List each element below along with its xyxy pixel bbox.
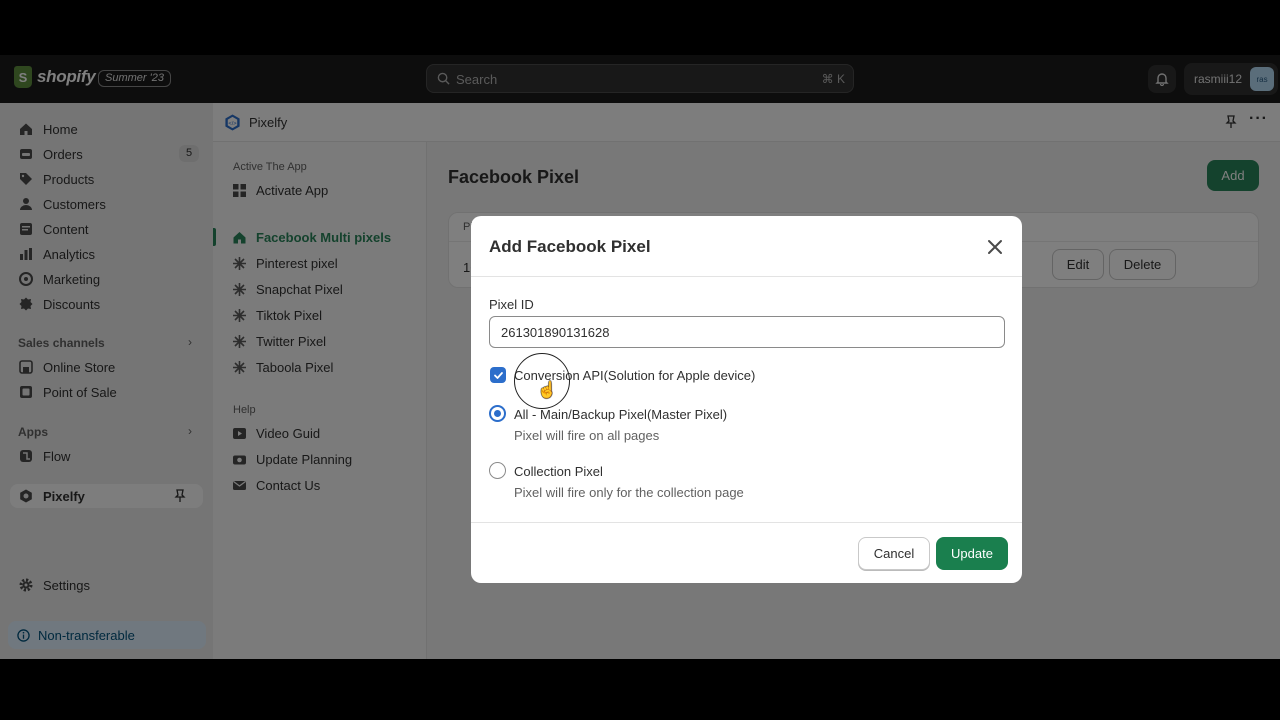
divider bbox=[471, 276, 1022, 277]
update-button[interactable]: Update bbox=[936, 537, 1008, 570]
cancel-button[interactable]: Cancel bbox=[858, 537, 930, 570]
conversion-api-checkbox[interactable] bbox=[490, 367, 506, 383]
hand-cursor-icon: ☝ bbox=[537, 382, 557, 399]
pixel-id-field[interactable] bbox=[489, 316, 1005, 348]
modal-backdrop[interactable]: Add Facebook Pixel Pixel ID Conversion A… bbox=[0, 55, 1280, 659]
radio-all-pixel-label[interactable]: All - Main/Backup Pixel(Master Pixel) bbox=[514, 407, 727, 422]
radio-collection-pixel-help: Pixel will fire only for the collection … bbox=[514, 485, 744, 500]
checkmark-icon bbox=[493, 371, 503, 379]
pixel-id-label: Pixel ID bbox=[489, 297, 534, 312]
close-icon[interactable] bbox=[984, 236, 1006, 258]
radio-all-pixel-help: Pixel will fire on all pages bbox=[514, 428, 660, 443]
radio-collection-pixel[interactable] bbox=[489, 462, 506, 479]
modal-title: Add Facebook Pixel bbox=[489, 237, 651, 256]
divider bbox=[471, 522, 1022, 523]
radio-all-pixel[interactable] bbox=[489, 405, 506, 422]
radio-collection-pixel-label[interactable]: Collection Pixel bbox=[514, 464, 603, 479]
browser-viewport: S shopify Summer '23 Search ⌘ K rasmiii1… bbox=[0, 55, 1280, 659]
